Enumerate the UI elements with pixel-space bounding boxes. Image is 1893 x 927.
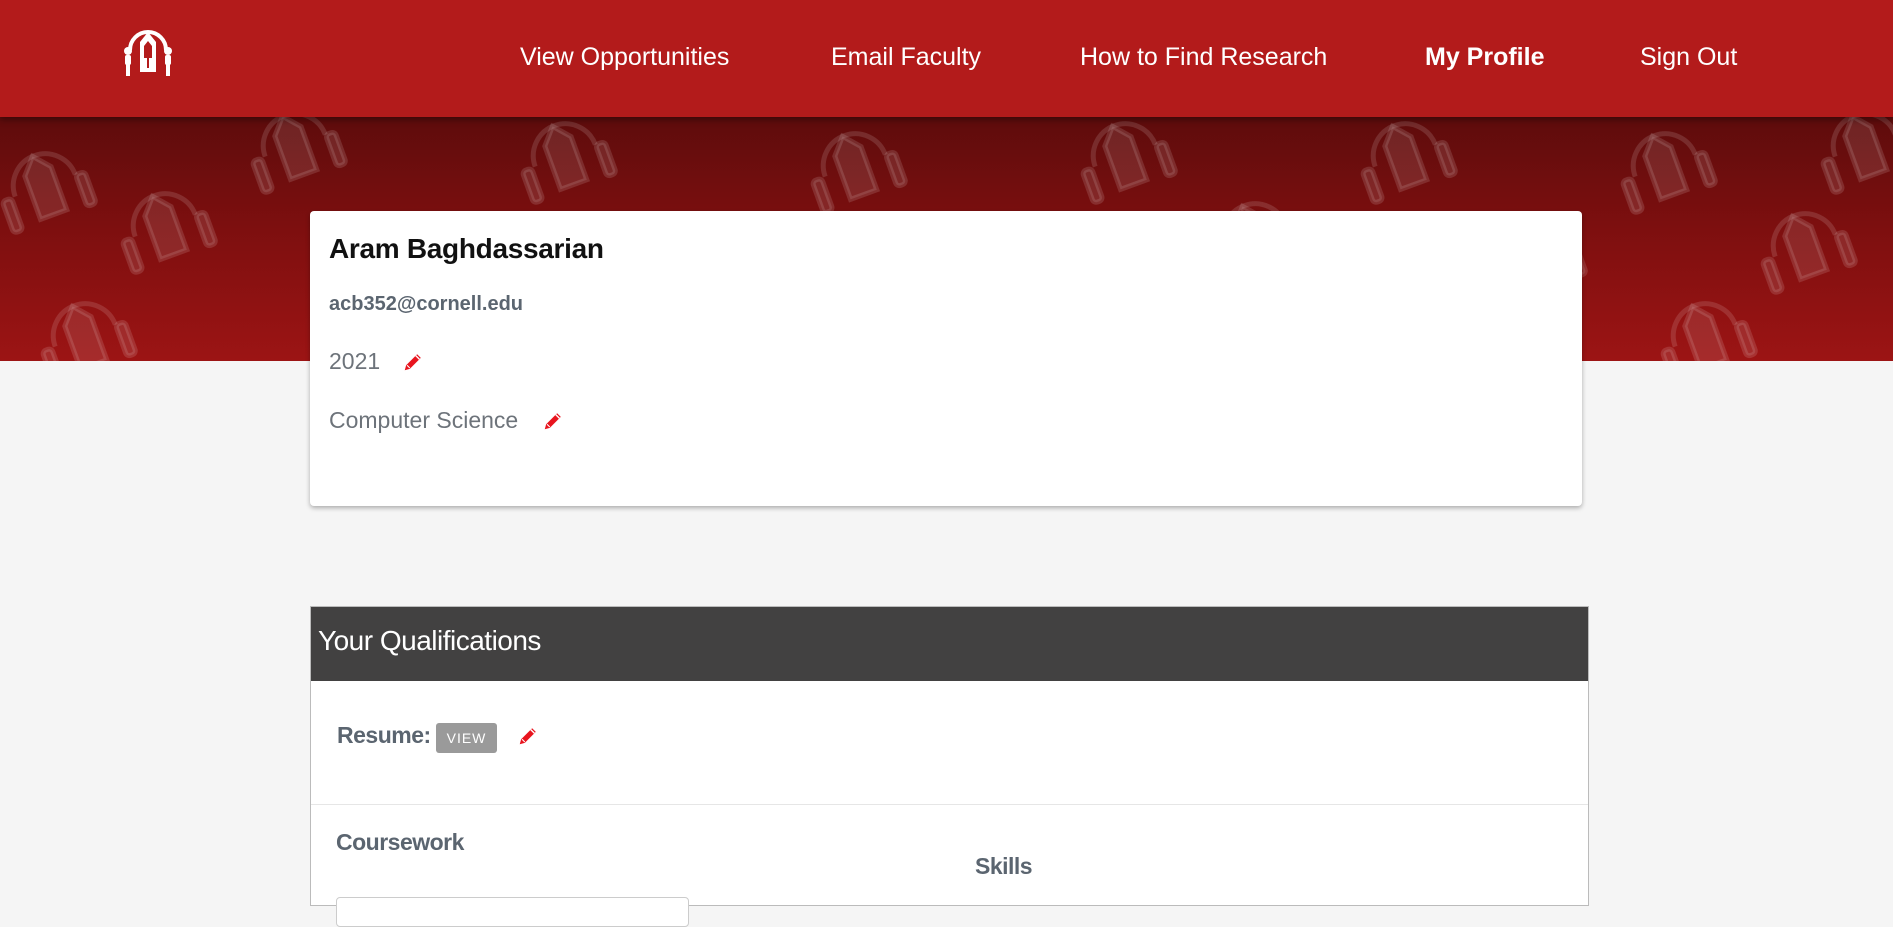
coursework-label: Coursework [336, 829, 464, 855]
resume-label: Resume: [337, 722, 431, 748]
nav-email-faculty[interactable]: Email Faculty [831, 43, 981, 72]
nav-how-to-find-research[interactable]: How to Find Research [1080, 43, 1327, 72]
nav-view-opportunities[interactable]: View Opportunities [520, 43, 729, 72]
profile-major-row: Computer Science [329, 407, 564, 434]
profile-card: Aram Baghdassarian acb352@cornell.edu 20… [310, 211, 1582, 506]
profile-email: acb352@cornell.edu [329, 293, 524, 315]
qualifications-panel: Your Qualifications Resume: VIEW Coursew… [310, 606, 1589, 927]
profile-name: Aram Baghdassarian [329, 233, 604, 264]
logo-icon[interactable] [120, 24, 176, 80]
profile-major: Computer Science [329, 407, 519, 433]
edit-year-pencil-icon[interactable] [402, 351, 424, 373]
edit-resume-pencil-icon[interactable] [517, 725, 539, 747]
qualifications-title: Your Qualifications [311, 607, 1588, 681]
profile-year: 2021 [329, 348, 381, 374]
view-resume-button[interactable]: VIEW [436, 723, 497, 753]
profile-year-row: 2021 [329, 348, 424, 375]
resume-row: Resume: VIEW [311, 681, 1588, 805]
nav-my-profile[interactable]: My Profile [1425, 43, 1544, 72]
coursework-input[interactable] [336, 897, 689, 927]
top-nav-bar: View Opportunities Email Faculty How to … [0, 0, 1893, 117]
nav-sign-out[interactable]: Sign Out [1640, 43, 1737, 72]
skills-label: Skills [975, 853, 1033, 879]
edit-major-pencil-icon[interactable] [542, 410, 564, 432]
